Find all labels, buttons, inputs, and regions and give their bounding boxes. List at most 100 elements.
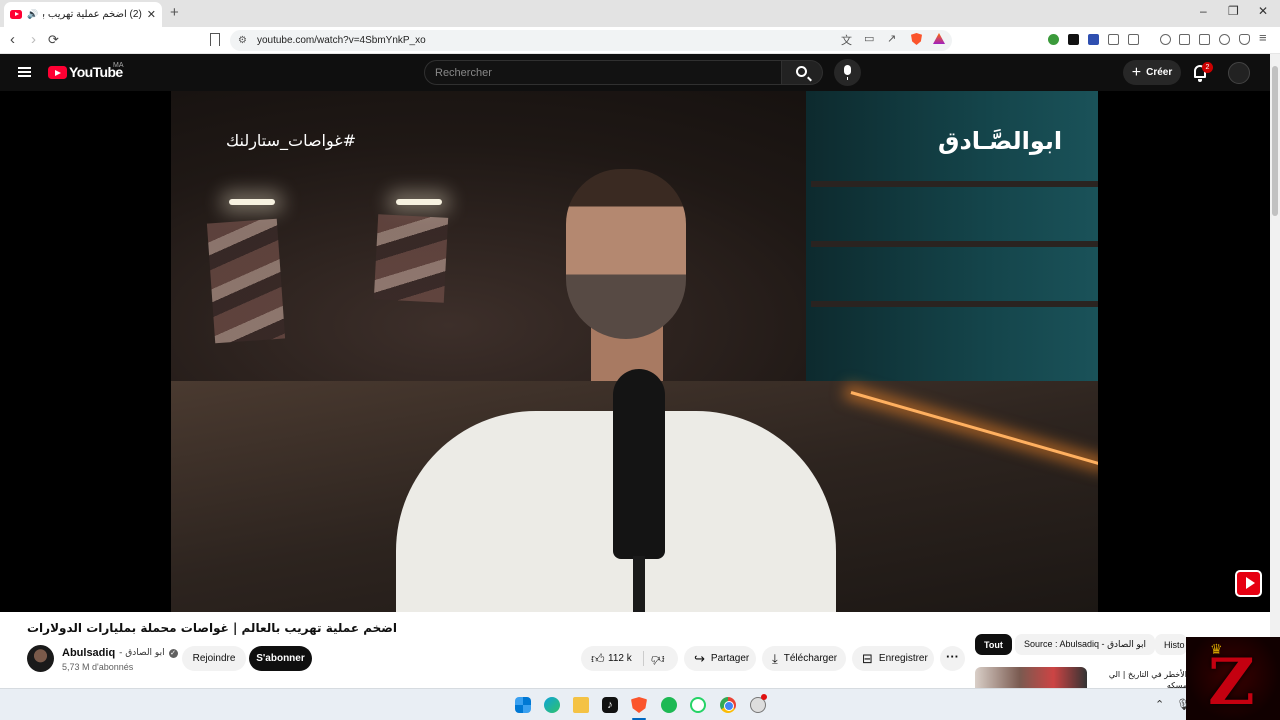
brave-taskbar-icon[interactable] <box>631 697 647 713</box>
browser-tab-youtube[interactable]: 🔊 (2) اضخم عملية تهريب بالعالم ✕ <box>4 2 162 27</box>
subscriber-count: 5,73 M d'abonnés <box>62 662 134 672</box>
minimize-button[interactable]: – <box>1200 4 1207 18</box>
extension-blue-icon[interactable] <box>1088 34 1099 45</box>
search-button[interactable] <box>782 60 823 85</box>
create-button[interactable]: + Créer <box>1123 60 1181 85</box>
subscribe-watermark-icon[interactable] <box>1235 570 1262 597</box>
cast-icon[interactable]: ▭ <box>864 32 874 45</box>
video-mic-stand <box>633 556 645 612</box>
country-code: MA <box>113 62 124 69</box>
mic-icon <box>844 65 851 80</box>
video-person-head <box>566 169 686 339</box>
extension-x-icon[interactable] <box>1068 34 1079 45</box>
like-icon[interactable]: 👍︎ <box>591 651 605 667</box>
mini-player-letter: Z <box>1208 645 1255 720</box>
video-microphone <box>613 369 665 559</box>
translate-icon[interactable]: 文 <box>841 32 852 48</box>
dislike-icon[interactable]: 👍︎ <box>651 651 665 667</box>
browser-toolbar: ‹ › ⟳ ⚙ youtube.com/watch?v=4SbmYnkP_xo … <box>0 27 1280 54</box>
windows-start-icon[interactable] <box>515 697 531 713</box>
video-hashtag-overlay: #غواصات_ستارلنك <box>226 131 357 150</box>
reload-button[interactable]: ⟳ <box>48 32 59 48</box>
channel-name[interactable]: Abulsadiq <box>62 647 115 659</box>
chip-source[interactable]: Source : Abulsadiq - ابو الصادق <box>1015 634 1155 655</box>
extension-globe-icon[interactable] <box>1048 34 1059 45</box>
leo-icon[interactable] <box>1219 34 1230 45</box>
mini-player-thumbnail[interactable]: ♛ Z <box>1186 637 1280 720</box>
chip-all[interactable]: Tout <box>975 634 1012 655</box>
video-shelf <box>811 241 1098 247</box>
share-label: Partager <box>710 653 750 664</box>
download-icon: ⤓ <box>772 650 778 666</box>
restore-button[interactable]: ❐ <box>1228 4 1239 18</box>
save-icon: ⊟ <box>862 650 873 666</box>
tab-close-icon[interactable]: ✕ <box>147 8 156 21</box>
save-button[interactable]: ⊟ Enregistrer <box>852 646 934 671</box>
like-divider <box>643 651 644 666</box>
file-explorer-icon[interactable] <box>573 697 589 713</box>
like-dislike-group: 👍︎ 112 k 👍︎ <box>581 646 678 671</box>
notification-badge: 2 <box>1202 62 1213 73</box>
download-button[interactable]: ⤓ Télécharger <box>762 646 846 671</box>
back-button[interactable]: ‹ <box>10 31 15 48</box>
spotify-icon[interactable] <box>661 697 677 713</box>
subscribe-button[interactable]: S'abonner <box>249 646 312 671</box>
tray-chevron-icon[interactable]: ⌃ <box>1155 698 1164 711</box>
sidebar-icon[interactable] <box>1179 34 1190 45</box>
save-label: Enregistrer <box>878 653 928 664</box>
join-button[interactable]: Rejoindre <box>182 646 246 671</box>
forward-button[interactable]: › <box>31 31 36 48</box>
speaker-icon[interactable]: 🔊 <box>27 9 38 20</box>
vpn-shield-icon[interactable] <box>1239 34 1250 45</box>
new-tab-button[interactable]: + <box>170 4 179 21</box>
voice-search-button[interactable] <box>834 59 861 86</box>
bookmark-icon[interactable] <box>210 33 220 46</box>
extension-screenshot-icon[interactable] <box>1128 34 1139 45</box>
site-info-icon[interactable]: ⚙ <box>238 35 247 46</box>
chip-history[interactable]: Histo <box>1155 634 1187 655</box>
wallet-icon[interactable] <box>1199 34 1210 45</box>
tab-title: (2) اضخم عملية تهريب بالعالم <box>43 9 142 20</box>
more-actions-button[interactable]: ··· <box>940 646 965 671</box>
close-window-button[interactable]: ✕ <box>1258 4 1268 18</box>
channel-avatar[interactable] <box>27 645 54 672</box>
account-avatar[interactable] <box>1228 62 1250 84</box>
video-title: اضخم عملية تهريب بالعالم | غواصات محملة … <box>27 621 397 635</box>
edge-icon[interactable] <box>544 697 560 713</box>
chrome-icon[interactable] <box>720 697 736 713</box>
search-input[interactable] <box>435 66 781 79</box>
youtube-logo-icon[interactable] <box>48 66 67 79</box>
app-notification-icon[interactable] <box>750 694 767 713</box>
search-box[interactable] <box>424 60 782 85</box>
browser-tabstrip: 🔊 (2) اضخم عملية تهريب بالعالم ✕ + – ❐ ✕ <box>0 0 1280 27</box>
download-label: Télécharger <box>783 653 838 664</box>
youtube-favicon-icon <box>10 10 22 19</box>
create-label: Créer <box>1146 67 1173 78</box>
address-url: youtube.com/watch?v=4SbmYnkP_xo <box>256 35 426 46</box>
share-icon[interactable]: ↗ <box>887 32 896 45</box>
tiktok-icon[interactable]: ♪ <box>602 697 618 713</box>
video-lamp <box>396 199 442 205</box>
menu-icon[interactable]: ≡ <box>1259 30 1267 45</box>
video-lamp <box>229 199 275 205</box>
related-video-thumbnail[interactable] <box>975 667 1087 688</box>
youtube-masthead: YouTube MA + Créer 2 <box>0 54 1270 91</box>
extensions-puzzle-icon[interactable] <box>1108 34 1119 45</box>
verified-icon: ✓ <box>168 648 178 658</box>
menu-hamburger-icon[interactable] <box>18 67 31 77</box>
video-player[interactable]: #غواصات_ستارلنك ابوالصَّـادق <box>0 91 1270 612</box>
scrollbar-thumb[interactable] <box>1272 66 1278 216</box>
related-video-title[interactable]: الأخطر في التاريخ | الي مسكه <box>1092 669 1187 688</box>
windows-taskbar: ♪ ⌃ 🎙︎ <box>0 688 1190 720</box>
page-scrollbar[interactable] <box>1270 54 1280 688</box>
video-photos <box>373 214 449 303</box>
whatsapp-icon[interactable] <box>690 697 706 713</box>
media-icon[interactable] <box>1160 34 1171 45</box>
share-arrow-icon: ↪ <box>694 650 705 666</box>
tray-mic-icon[interactable]: 🎙︎ <box>1176 698 1190 711</box>
share-button[interactable]: ↪ Partager <box>684 646 756 671</box>
channel-name-arabic[interactable]: - ابو الصادق <box>119 648 164 658</box>
channel-name-row[interactable]: Abulsadiq - ابو الصادق ✓ <box>62 647 178 659</box>
video-brand-overlay: ابوالصَّـادق <box>938 127 1063 155</box>
like-count[interactable]: 112 k <box>608 653 632 664</box>
